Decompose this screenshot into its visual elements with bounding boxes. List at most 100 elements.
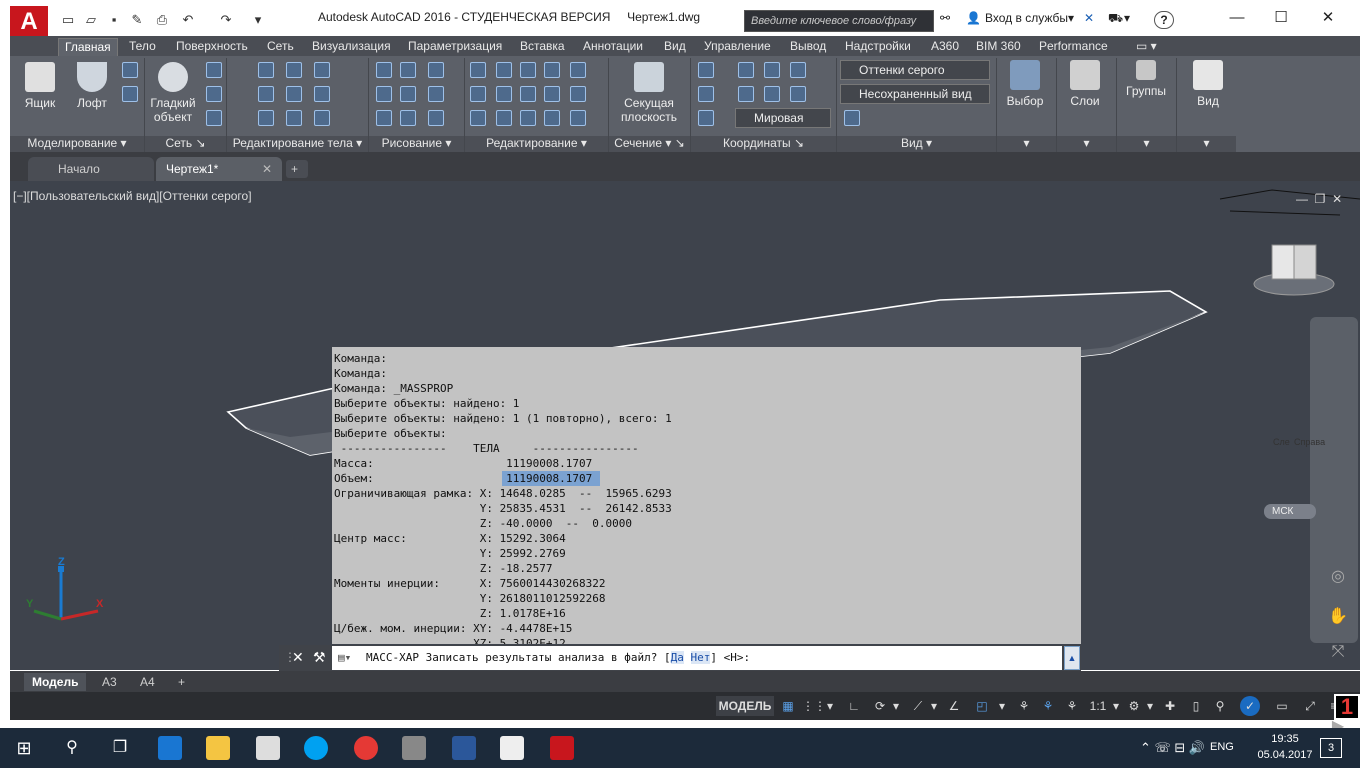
tab-visualize[interactable]: Визуализация (306, 38, 397, 56)
selection-button[interactable]: Выбор (1004, 60, 1046, 108)
fillet-icon[interactable] (470, 86, 486, 102)
osnap-dropdown-icon[interactable]: ▾ (996, 696, 1008, 716)
tab-annotate[interactable]: Аннотации (577, 38, 649, 56)
tab-solid[interactable]: Тело (123, 38, 162, 56)
snap-icon[interactable]: ⋮⋮ (802, 696, 826, 716)
tab-mesh[interactable]: Сеть (261, 38, 300, 56)
tab-view[interactable]: Вид (658, 38, 692, 56)
boundary-icon[interactable] (428, 110, 444, 126)
ucs-origin-icon[interactable] (698, 86, 714, 102)
maximize-icon[interactable]: ☐ (1266, 6, 1296, 30)
clean-screen-icon[interactable]: ▭ (1272, 696, 1292, 716)
photos-icon[interactable] (500, 736, 524, 760)
offset-icon[interactable] (544, 86, 560, 102)
panel-mesh[interactable]: Сеть ↘ (145, 136, 226, 152)
view-dropdown[interactable]: ▾ (1177, 136, 1236, 152)
ucs-menu-button[interactable]: МСК (1264, 504, 1316, 519)
isodraft-icon[interactable]: ⟋ (908, 696, 928, 716)
tab-drawing1[interactable]: Чертеж1* ✕ (156, 157, 282, 181)
signin-button[interactable]: Вход в службы (985, 11, 1068, 25)
tab-addins[interactable]: Надстройки (839, 38, 917, 56)
tab-insert[interactable]: Вставка (514, 38, 571, 56)
explorer-icon[interactable] (206, 736, 230, 760)
help-button[interactable]: ? (1154, 11, 1174, 29)
separate-icon[interactable] (314, 62, 330, 78)
array-icon[interactable] (570, 110, 586, 126)
circle-icon[interactable] (428, 86, 444, 102)
search-icon[interactable]: ⚲ (60, 736, 84, 760)
command-history-toggle[interactable]: ▲ (1064, 646, 1080, 670)
viewcube-left-label[interactable]: Сле (1273, 437, 1290, 447)
join-icon[interactable] (570, 62, 586, 78)
viewport-label[interactable]: [−][Пользовательский вид][Оттенки серого… (13, 189, 252, 203)
extract-edges-icon[interactable] (286, 62, 302, 78)
panel-modeling[interactable]: Моделирование ▾ (10, 136, 144, 152)
3d-move-icon[interactable] (496, 62, 512, 78)
word-icon[interactable] (452, 736, 476, 760)
section-plane-button[interactable]: Секущая плоскость (614, 62, 684, 124)
polar-dropdown-icon[interactable]: ▾ (890, 696, 902, 716)
notifications-badge[interactable]: 3 (1320, 738, 1342, 758)
shell-icon[interactable] (314, 110, 330, 126)
extrude-icon[interactable] (122, 62, 138, 78)
tab-home[interactable]: Главная (58, 38, 118, 56)
groups-button[interactable]: Группы (1122, 60, 1170, 98)
zoom-icon[interactable]: ⤧ (1328, 636, 1348, 668)
intersect-icon[interactable] (258, 110, 274, 126)
extrude-faces-icon[interactable] (314, 86, 330, 102)
tab-layout-a4[interactable]: A4 (132, 673, 163, 691)
tab-bim360[interactable]: BIM 360 (970, 38, 1027, 56)
save-as-icon[interactable]: ✎ (129, 12, 145, 28)
annotation-visibility-icon[interactable]: ⚘ (1014, 696, 1034, 716)
ucs-icon[interactable] (698, 62, 714, 78)
minimize-icon[interactable]: — (1222, 6, 1252, 30)
pan-hand-icon[interactable]: ✋ (1328, 601, 1348, 633)
ucs-view-icon[interactable] (738, 86, 754, 102)
viewport-controls[interactable]: — ❐ ✕ (1296, 192, 1342, 206)
close-tab-icon[interactable]: ✕ (262, 157, 272, 181)
save-icon[interactable]: ▪ (106, 12, 122, 28)
mirror-icon[interactable] (520, 110, 536, 126)
layers-button[interactable]: Слои (1064, 60, 1106, 108)
ucs-x-icon[interactable] (738, 62, 754, 78)
plus-icon[interactable]: ✚ (1160, 696, 1180, 716)
mesh-smooth-less-icon[interactable] (206, 86, 222, 102)
trim-icon[interactable] (470, 62, 486, 78)
groups-dropdown[interactable]: ▾ (1117, 136, 1176, 152)
autoscale-icon[interactable]: ⚘ (1038, 696, 1058, 716)
isolate-objects-icon[interactable]: ⚲ (1210, 696, 1230, 716)
tab-start[interactable]: Начало (28, 157, 154, 181)
tab-a360[interactable]: A360 (925, 38, 965, 56)
polar-icon[interactable]: ⟳ (870, 696, 890, 716)
workspace-gear-icon[interactable]: ⚙ (1124, 696, 1144, 716)
windows-start-icon[interactable]: ⊞ (12, 736, 36, 760)
open-folder-icon[interactable]: ▱ (83, 12, 99, 28)
recent-commands-icon[interactable]: ▤▾ (338, 646, 351, 670)
3d-rotate-icon[interactable] (496, 86, 512, 102)
move-icon[interactable] (520, 62, 536, 78)
annotation-scale-value[interactable]: 1:1 (1086, 696, 1110, 716)
new-file-icon[interactable]: ▭ (60, 12, 76, 28)
task-view-icon[interactable]: ❐ (108, 736, 132, 760)
clock-time[interactable]: 19:35 (1260, 733, 1310, 745)
annotation-scale-icon[interactable]: ⚘ (1062, 696, 1082, 716)
redo-icon[interactable]: ↷ (218, 12, 234, 28)
close-icon[interactable]: ✕ (1313, 6, 1343, 30)
thicken-icon[interactable] (286, 110, 302, 126)
command-input[interactable]: ▤▾ МАСС-ХАР Записать результаты анализа … (332, 646, 1062, 670)
close-command-icon[interactable]: ✕ (292, 649, 304, 666)
user-icon[interactable]: 👤 (966, 11, 981, 25)
polyline-icon[interactable] (376, 62, 392, 78)
model-space-button[interactable]: МОДЕЛЬ (716, 696, 774, 716)
calculator-icon[interactable] (402, 736, 426, 760)
option-yes[interactable]: Да (670, 651, 684, 664)
ribbon-options-icon[interactable]: ▭ ▾ (1130, 38, 1163, 56)
add-tab-button[interactable]: + (286, 160, 308, 178)
lock-ui-icon[interactable]: ▯ (1186, 696, 1206, 716)
tray-icons[interactable]: ⌃ ☏ ⊟ 🔊 (1140, 740, 1205, 756)
snap-dropdown-icon[interactable]: ▾ (824, 696, 836, 716)
smooth-object-button[interactable]: Гладкий объект (148, 62, 198, 124)
exchange-icon[interactable]: ✕ (1084, 11, 1094, 25)
account-dropdown-icon[interactable]: ▾ (1124, 11, 1130, 25)
loft-button[interactable]: Лофт (70, 62, 114, 110)
